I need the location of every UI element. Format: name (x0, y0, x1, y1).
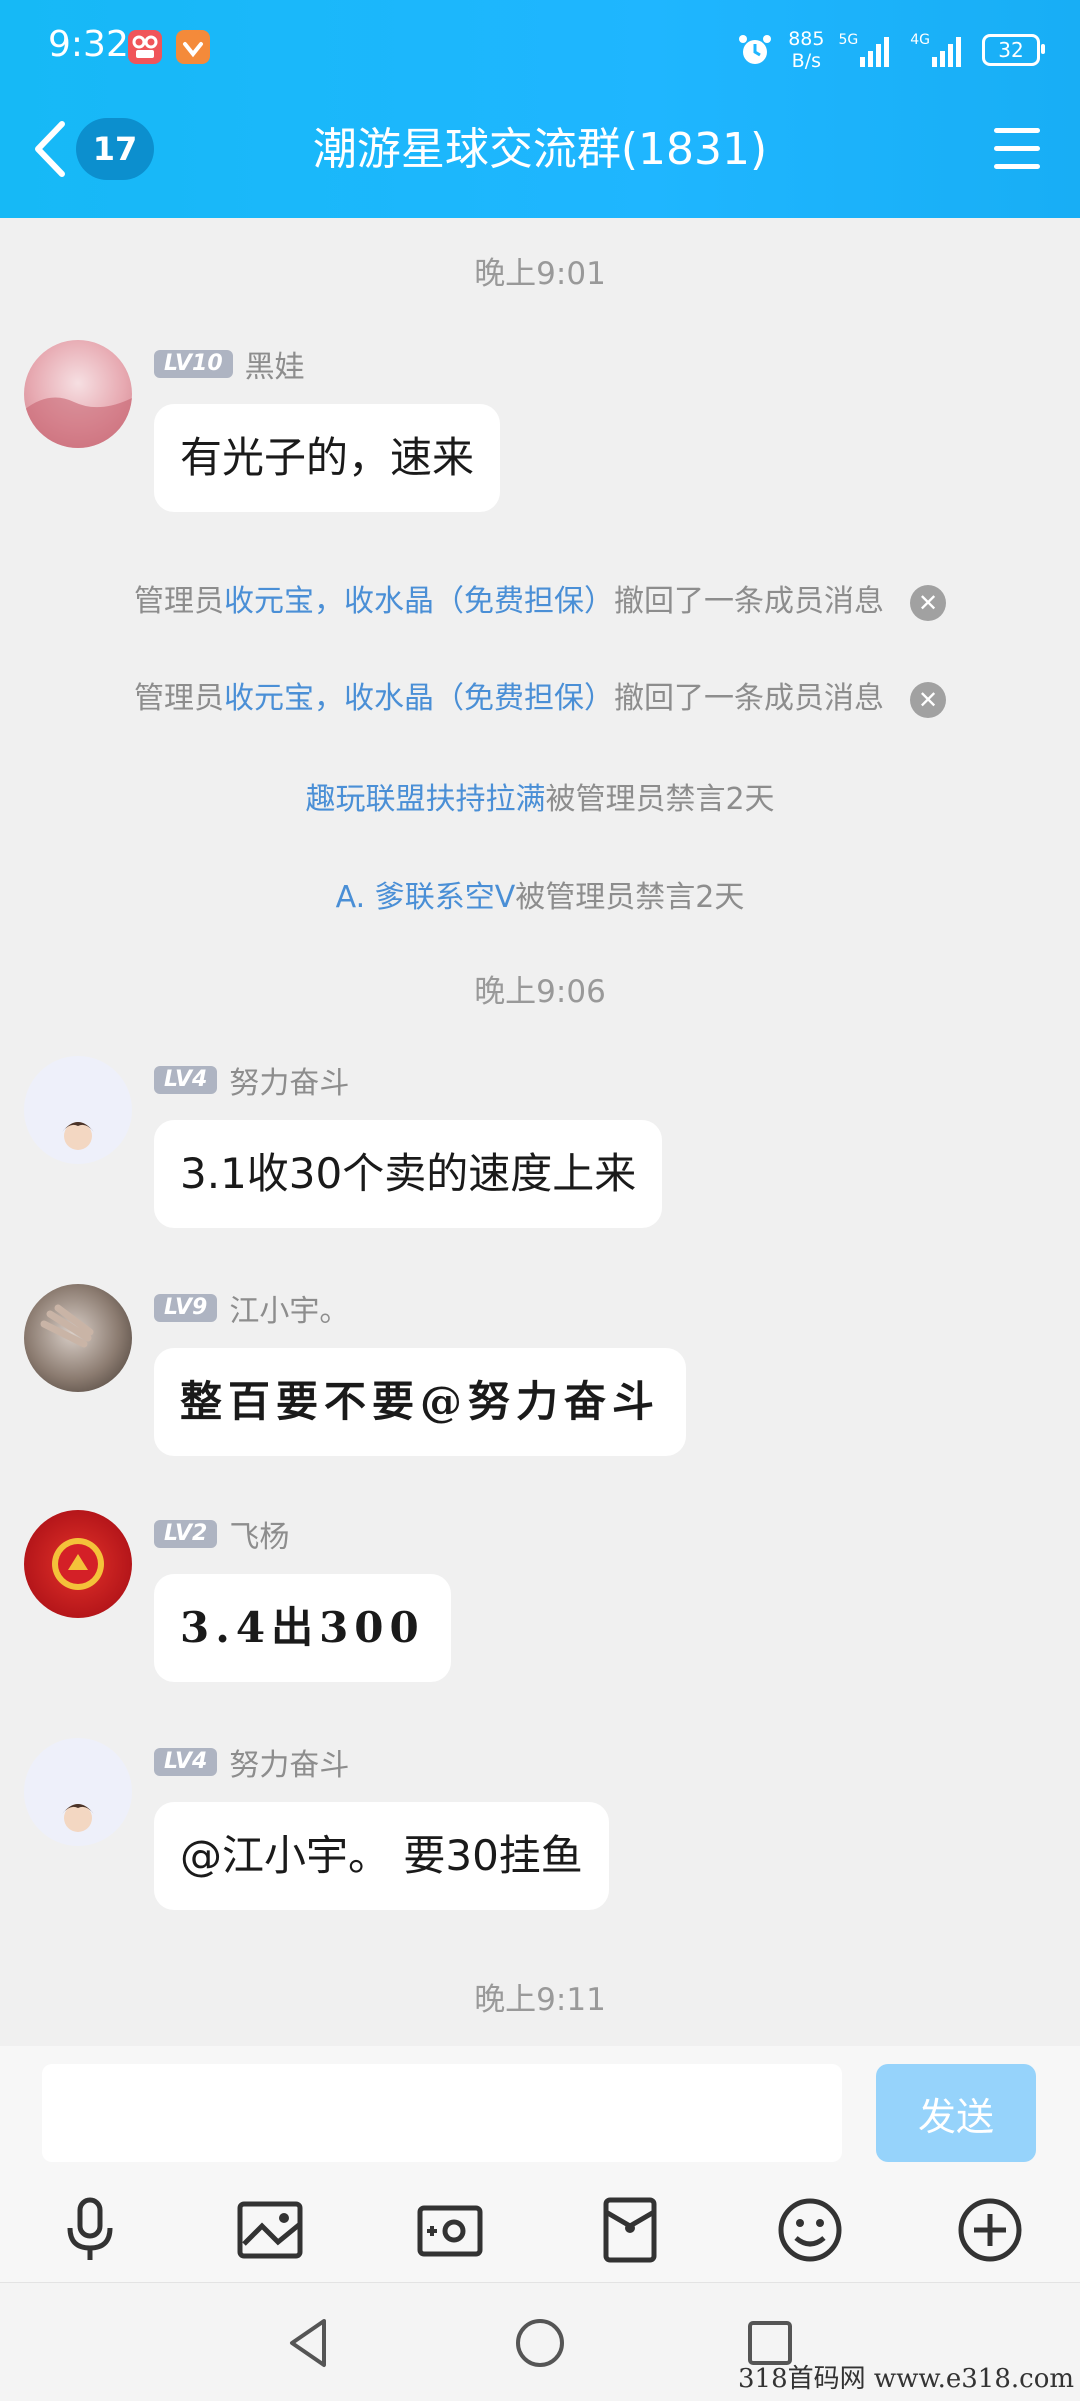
member-link[interactable]: 收元宝，收水晶（免费担保） (224, 681, 614, 716)
message-bubble[interactable]: 整百要不要@努力奋斗 (154, 1348, 687, 1456)
home-circle-icon[interactable] (510, 2313, 570, 2373)
message-bubble[interactable]: 3.1收30个卖的速度上来 (154, 1120, 663, 1228)
level-badge: LV10 (154, 350, 233, 378)
timestamp: 晚上9:06 (474, 974, 606, 1010)
image-icon[interactable] (234, 2194, 306, 2266)
message-input[interactable] (42, 2064, 842, 2162)
sender-name[interactable]: 黑娃 (245, 342, 305, 386)
input-bar: 发送 (0, 2046, 1080, 2282)
signal-bars-icon (860, 37, 890, 67)
red-packet-icon[interactable] (594, 2194, 666, 2266)
input-toolbar (0, 2194, 1080, 2266)
system-notice: 管理员收元宝，收水晶（免费担保）撤回了一条成员消息 ✕ (0, 673, 1080, 718)
level-badge: LV4 (154, 1748, 218, 1776)
level-badge: LV4 (154, 1066, 218, 1094)
member-link[interactable]: A. 爹联系空V (336, 880, 516, 915)
signal-4g: 4G (910, 33, 968, 67)
level-badge: LV2 (154, 1520, 218, 1548)
system-nav-bar: 318首码网 www.e318.com (0, 2282, 1080, 2401)
message-bubble[interactable]: 有光子的，速来 (154, 404, 501, 512)
watermark: 318首码网 www.e318.com (738, 2364, 1074, 2394)
system-notice: 管理员收元宝，收水晶（免费担保）撤回了一条成员消息 ✕ (0, 576, 1080, 621)
message-bubble[interactable]: 3.4出300 (154, 1574, 451, 1682)
back-triangle-icon[interactable] (280, 2313, 340, 2373)
close-icon[interactable]: ✕ (910, 681, 946, 718)
alarm-icon (739, 35, 772, 64)
chat-message-list[interactable]: 晚上9:01 LV10 黑娃 有光子的，速来 管理员收元宝，收水晶（免费担保）撤回… (0, 218, 1080, 2044)
emoji-icon[interactable] (774, 2194, 846, 2266)
avatar[interactable] (24, 1510, 132, 1618)
avatar[interactable] (24, 340, 132, 448)
menu-icon[interactable] (994, 128, 1040, 172)
level-badge: LV9 (154, 1294, 218, 1322)
member-link[interactable]: 趣玩联盟扶持拉满 (305, 782, 545, 817)
signal-bars-icon (932, 37, 961, 67)
title-bar: 9:32 885 B/s 5G 4G 32 17 潮游星球交流群(1831) (0, 0, 1080, 218)
send-button[interactable]: 发送 (876, 2064, 1036, 2162)
battery-icon: 32 (982, 34, 1045, 66)
sender-name[interactable]: 飞杨 (229, 1512, 289, 1556)
sender-name[interactable]: 努力奋斗 (229, 1740, 349, 1784)
system-notice: 趣玩联盟扶持拉满被管理员禁言2天 (305, 782, 775, 817)
camera-icon[interactable] (414, 2194, 486, 2266)
plus-icon[interactable] (954, 2194, 1026, 2266)
avatar[interactable] (24, 1056, 132, 1164)
avatar[interactable] (24, 1284, 132, 1392)
sender-name[interactable]: 江小宇。 (229, 1286, 349, 1330)
signal-5g: 5G (838, 33, 896, 67)
microphone-icon[interactable] (54, 2194, 126, 2266)
close-icon[interactable]: ✕ (910, 584, 946, 621)
sender-name[interactable]: 努力奋斗 (229, 1058, 349, 1102)
page-title: 潮游星球交流群(1831) (312, 124, 768, 175)
network-speed: 885 B/s (788, 28, 825, 72)
member-link[interactable]: 收元宝，收水晶（免费担保） (224, 584, 614, 619)
timestamp: 晚上9:11 (474, 1982, 606, 2018)
timestamp: 晚上9:01 (474, 256, 606, 292)
message-bubble[interactable]: @江小宇。 要30挂鱼 (154, 1802, 609, 1910)
system-notice: A. 爹联系空V被管理员禁言2天 (335, 880, 745, 915)
app-notification-icon (128, 30, 162, 64)
avatar[interactable] (24, 1738, 132, 1846)
status-bar: 9:32 885 B/s 5G 4G 32 (0, 0, 1080, 96)
status-time: 9:32 (48, 24, 129, 65)
app-notification-icon (176, 30, 210, 64)
